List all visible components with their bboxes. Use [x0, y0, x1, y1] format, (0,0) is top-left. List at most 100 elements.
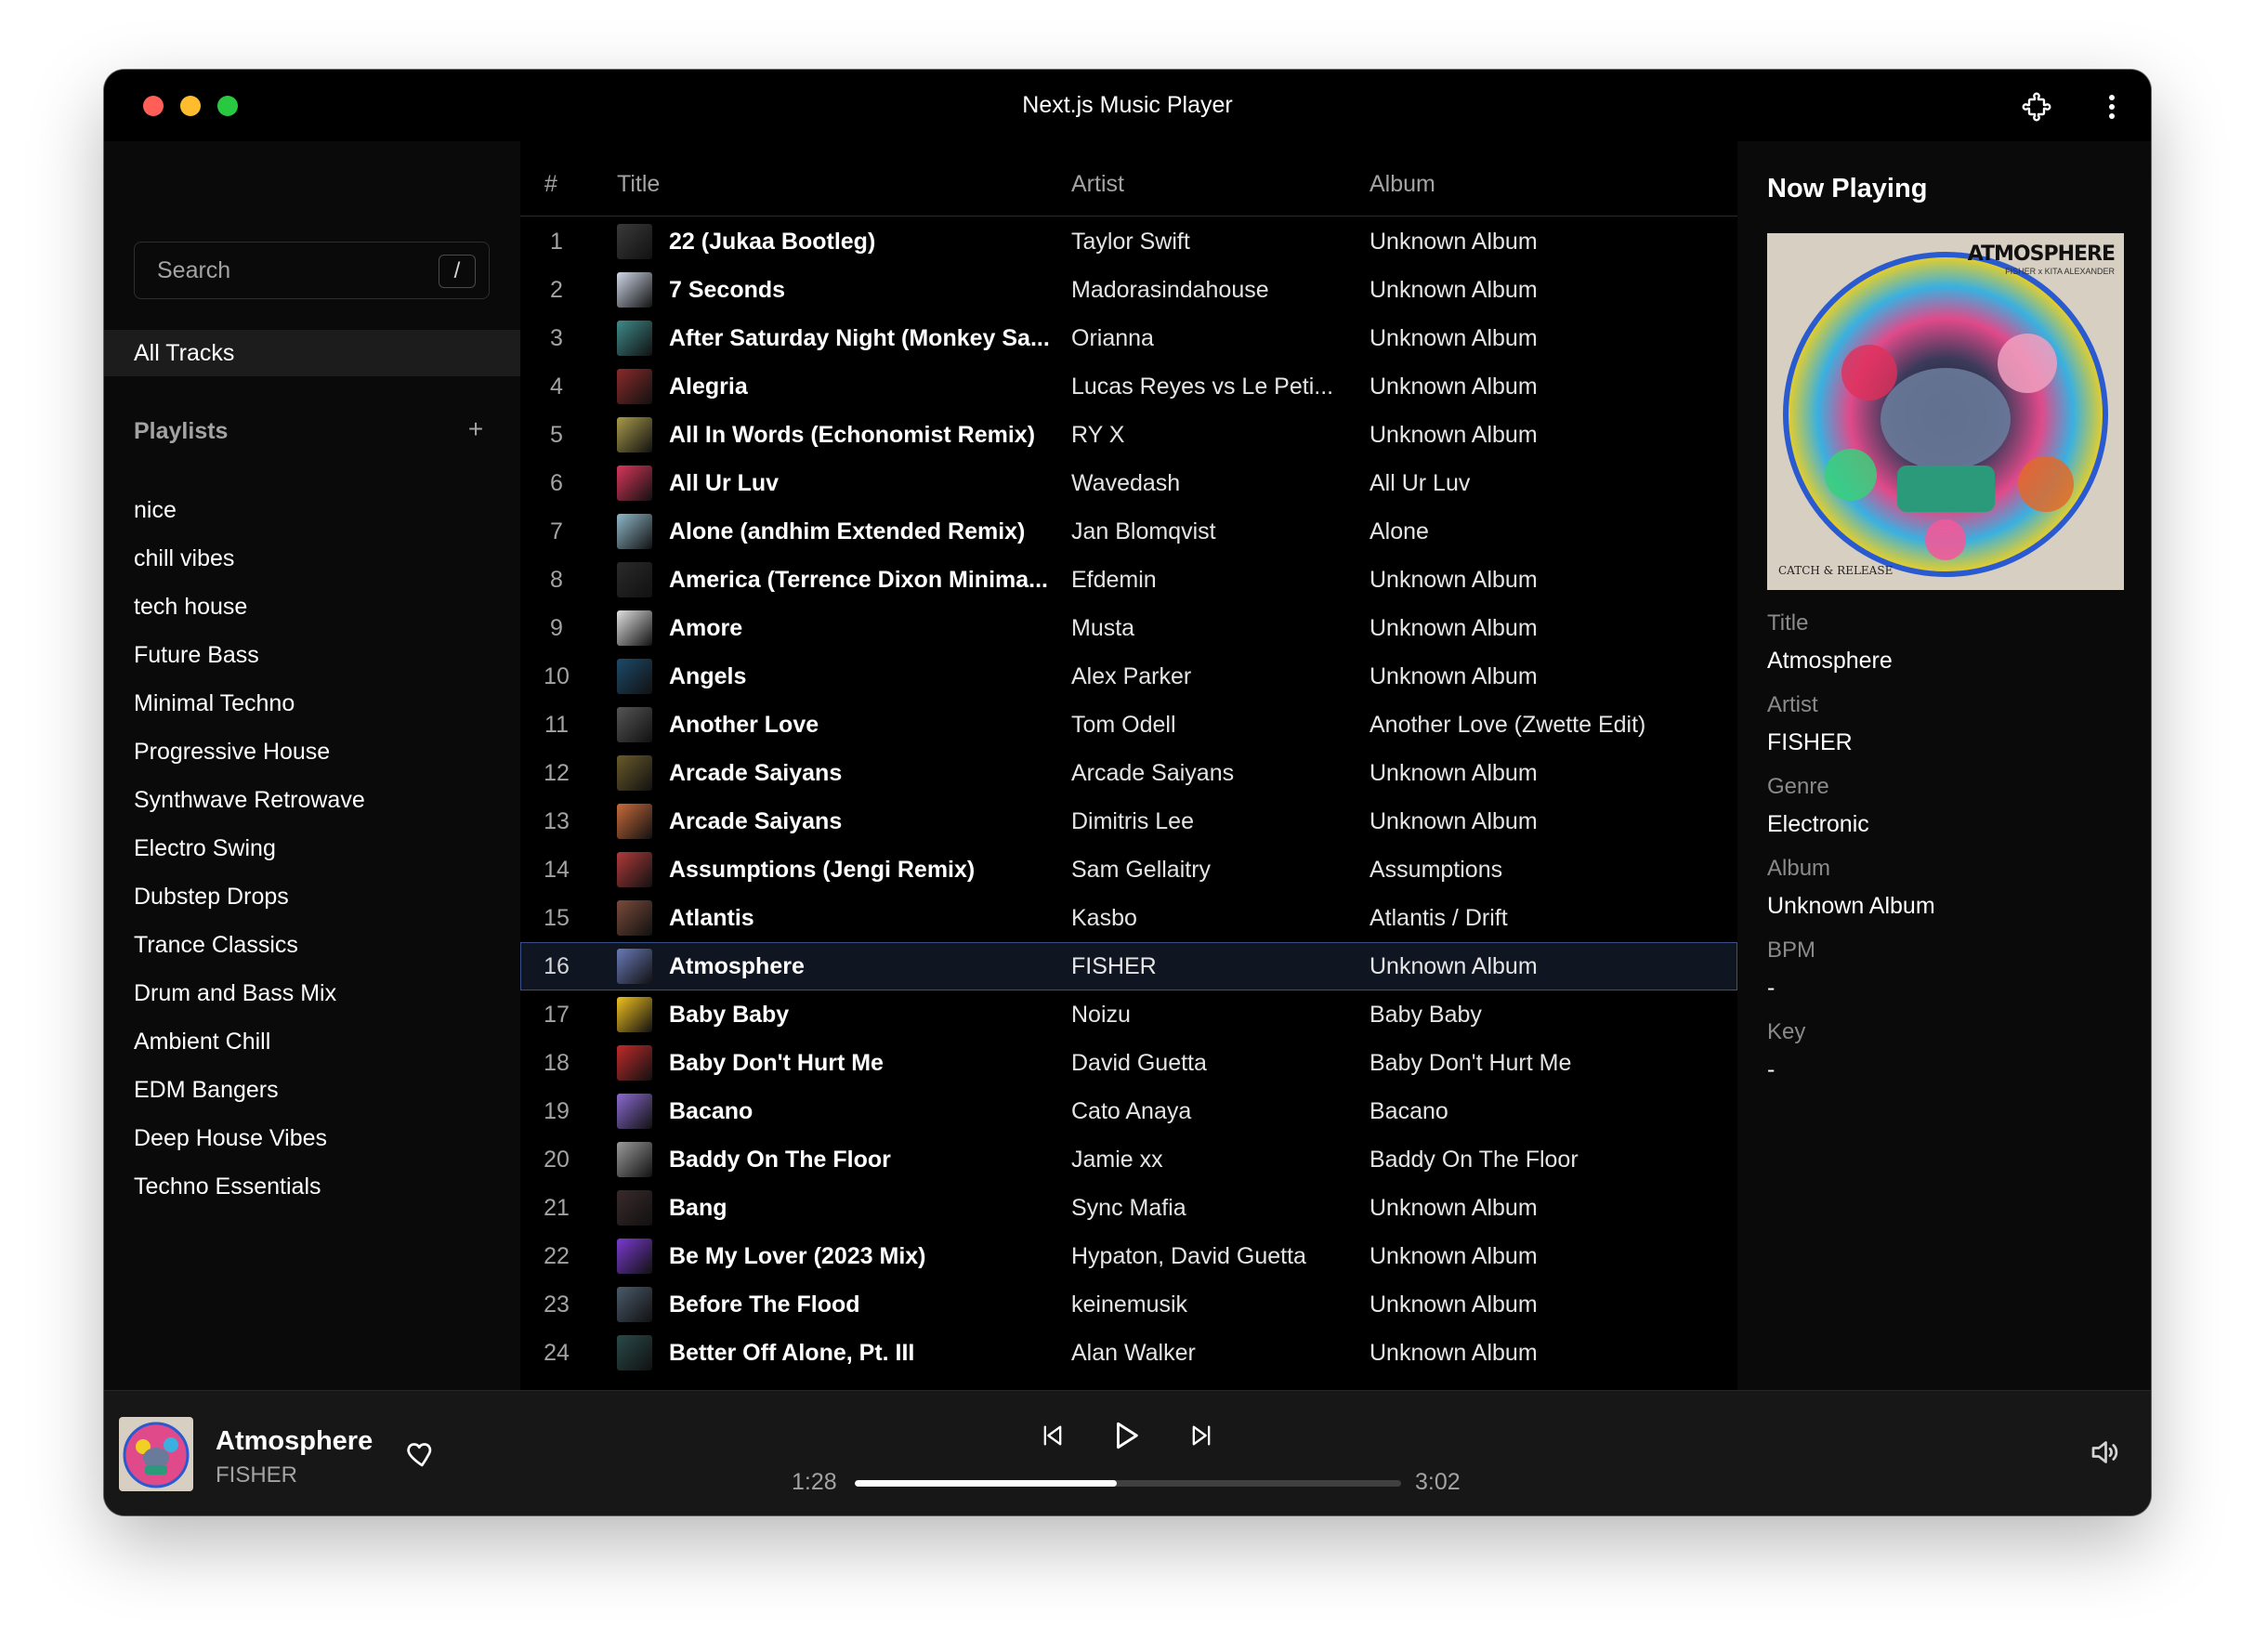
playlist-item[interactable]: Deep House Vibes — [134, 1124, 365, 1173]
previous-track-icon[interactable] — [1034, 1417, 1071, 1454]
playlist-item[interactable]: Synthwave Retrowave — [134, 786, 365, 834]
playlist-item[interactable]: Ambient Chill — [134, 1028, 365, 1076]
search-box: / — [134, 242, 490, 299]
sidebar-item-all-tracks[interactable]: All Tracks — [104, 330, 520, 376]
table-row[interactable]: 4 Alegria Lucas Reyes vs Le Peti... Unknown… — [520, 362, 1737, 411]
table-row[interactable]: 18 Baby Don't Hurt Me David Guetta Baby Don… — [520, 1039, 1737, 1087]
player-album-art — [119, 1417, 193, 1491]
table-row[interactable]: 3 After Saturday Night (Monkey Sa... Orian… — [520, 314, 1737, 362]
volume-icon[interactable] — [2088, 1436, 2125, 1473]
track-number: 10 — [544, 663, 570, 689]
playlist-list: nice chill vibes tech house Future Bass Mini… — [134, 496, 365, 1221]
playlist-item[interactable]: tech house — [134, 593, 365, 641]
table-row[interactable]: 5 All In Words (Echonomist Remix) RY X Unkn… — [520, 411, 1737, 459]
track-album: Baddy On The Floor — [1369, 1147, 1579, 1173]
track-thumbnail — [617, 707, 652, 742]
table-row[interactable]: 2 7 Seconds Madorasindahouse Unknown Album — [520, 266, 1737, 314]
table-row[interactable]: 10 Angels Alex Parker Unknown Album — [520, 652, 1737, 701]
meta-artist: Artist FISHER — [1767, 692, 1853, 756]
track-number: 9 — [550, 615, 563, 641]
track-artist: Cato Anaya — [1071, 1098, 1192, 1124]
track-title: Alegria — [669, 374, 748, 400]
table-row[interactable]: 15 Atlantis Kasbo Atlantis / Drift — [520, 894, 1737, 942]
next-track-icon[interactable] — [1183, 1417, 1220, 1454]
table-row[interactable]: 14 Assumptions (Jengi Remix) Sam Gellaitry… — [520, 846, 1737, 894]
playlist-item[interactable]: nice — [134, 496, 365, 544]
table-row[interactable]: 21 Bang Sync Mafia Unknown Album — [520, 1184, 1737, 1232]
playlist-item[interactable]: Progressive House — [134, 738, 365, 786]
track-artist: Sam Gellaitry — [1071, 857, 1212, 883]
search-input[interactable] — [157, 256, 417, 285]
track-album: Unknown Album — [1369, 277, 1538, 303]
track-album: Unknown Album — [1369, 1291, 1538, 1318]
track-artist: Alex Parker — [1071, 663, 1192, 689]
table-row[interactable]: 13 Arcade Saiyans Dimitris Lee Unknown Albu… — [520, 797, 1737, 846]
playlist-item[interactable]: Dubstep Drops — [134, 883, 365, 931]
play-icon[interactable] — [1107, 1417, 1145, 1454]
table-row[interactable]: 1 22 (Jukaa Bootleg) Taylor Swift Unknown A… — [520, 217, 1737, 266]
table-row[interactable]: 12 Arcade Saiyans Arcade Saiyans Unknown Al… — [520, 749, 1737, 797]
heart-icon[interactable] — [403, 1437, 437, 1471]
track-thumbnail — [617, 514, 652, 549]
track-artist: Orianna — [1071, 325, 1154, 351]
track-thumbnail — [617, 949, 652, 984]
meta-key-label: Key — [1767, 1019, 1806, 1044]
table-row[interactable]: 16 Atmosphere FISHER Unknown Album — [520, 942, 1737, 990]
track-thumbnail — [617, 1335, 652, 1370]
table-row[interactable]: 11 Another Love Tom Odell Another Love (Zwe… — [520, 701, 1737, 749]
track-title: Before The Flood — [669, 1291, 860, 1318]
column-header-title[interactable]: Title — [617, 171, 660, 198]
track-thumbnail — [617, 755, 652, 791]
meta-title-value: Atmosphere — [1767, 648, 1893, 674]
table-row[interactable]: 20 Baddy On The Floor Jamie xx Baddy On The… — [520, 1135, 1737, 1184]
track-number: 1 — [550, 229, 563, 255]
track-title: Amore — [669, 615, 743, 641]
track-thumbnail — [617, 610, 652, 646]
track-number: 4 — [550, 374, 563, 400]
table-row[interactable]: 7 Alone (andhim Extended Remix) Jan Blomqv… — [520, 507, 1737, 556]
track-number: 13 — [544, 808, 570, 834]
playlist-item[interactable]: Drum and Bass Mix — [134, 979, 365, 1028]
add-playlist-button[interactable]: + — [462, 415, 490, 443]
track-album: All Ur Luv — [1369, 470, 1471, 496]
meta-genre-label: Genre — [1767, 774, 1829, 799]
track-album: Unknown Album — [1369, 808, 1538, 834]
track-thumbnail — [617, 562, 652, 597]
playlist-item[interactable]: Techno Essentials — [134, 1173, 365, 1221]
progress-slider[interactable] — [855, 1480, 1401, 1487]
current-time: 1:28 — [792, 1469, 837, 1495]
column-header-number[interactable]: # — [544, 171, 557, 198]
column-header-artist[interactable]: Artist — [1071, 171, 1124, 198]
meta-title-label: Title — [1767, 610, 1809, 636]
playlist-item[interactable]: Minimal Techno — [134, 689, 365, 738]
track-number: 7 — [550, 518, 563, 544]
extension-icon[interactable] — [2018, 88, 2055, 125]
track-number: 23 — [544, 1291, 570, 1318]
playlist-item[interactable]: Future Bass — [134, 641, 365, 689]
track-thumbnail — [617, 321, 652, 356]
track-number: 16 — [544, 953, 570, 979]
track-album: Unknown Album — [1369, 615, 1538, 641]
playlist-item[interactable]: Trance Classics — [134, 931, 365, 979]
table-row[interactable]: 17 Baby Baby Noizu Baby Baby — [520, 990, 1737, 1039]
table-row[interactable]: 23 Before The Flood keinemusik Unknown Albu… — [520, 1280, 1737, 1329]
track-title: Baby Don't Hurt Me — [669, 1050, 884, 1076]
table-row[interactable]: 9 Amore Musta Unknown Album — [520, 604, 1737, 652]
column-header-album[interactable]: Album — [1369, 171, 1435, 198]
table-row[interactable]: 6 All Ur Luv Wavedash All Ur Luv — [520, 459, 1737, 507]
total-time: 3:02 — [1415, 1469, 1461, 1495]
playlist-item[interactable]: chill vibes — [134, 544, 365, 593]
playlist-item[interactable]: Electro Swing — [134, 834, 365, 883]
table-row[interactable]: 8 America (Terrence Dixon Minima... Efdemi… — [520, 556, 1737, 604]
album-art-illustration — [1783, 252, 2108, 577]
track-title: Be My Lover (2023 Mix) — [669, 1243, 926, 1269]
table-row[interactable]: 22 Be My Lover (2023 Mix) Hypaton, David G… — [520, 1232, 1737, 1280]
table-row[interactable]: 24 Better Off Alone, Pt. III Alan Walker Un… — [520, 1329, 1737, 1377]
more-vertical-icon[interactable] — [2093, 88, 2130, 125]
track-album: Unknown Album — [1369, 229, 1538, 255]
track-number: 11 — [544, 712, 569, 738]
table-row[interactable]: 19 Bacano Cato Anaya Bacano — [520, 1087, 1737, 1135]
track-number: 8 — [550, 567, 563, 593]
meta-album: Album Unknown Album — [1767, 856, 1935, 920]
playlist-item[interactable]: EDM Bangers — [134, 1076, 365, 1124]
